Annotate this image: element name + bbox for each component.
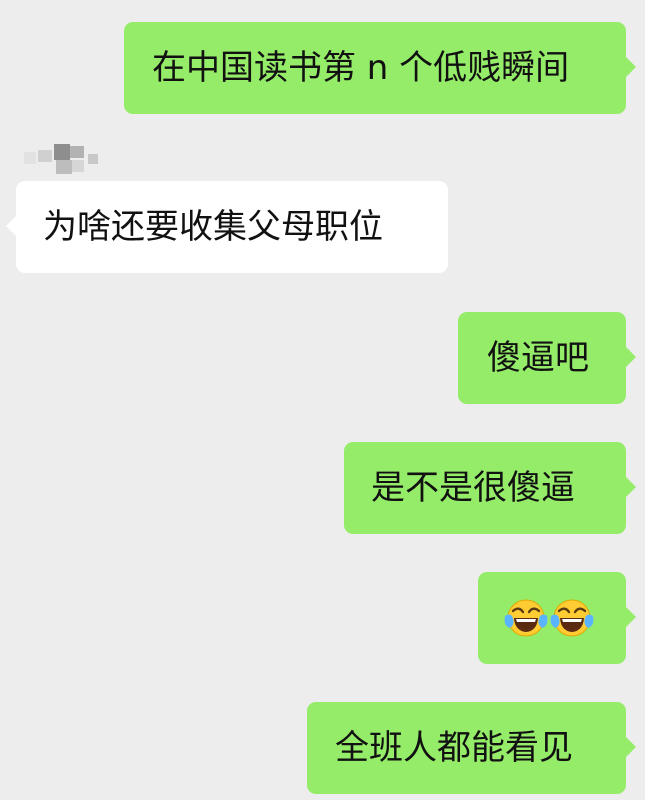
message-text: 全班人都能看见 (335, 728, 573, 768)
message-text: 是不是很傻逼 (371, 468, 575, 508)
chat-area[interactable]: 在中国读书第 n 个低贱瞬间 为啥还要收集父母职位 傻逼吧 是不是很傻逼 全班人… (0, 0, 645, 800)
face-with-tears-of-joy-icon (504, 599, 548, 637)
outgoing-emoji-message[interactable] (478, 572, 636, 664)
message-text: 在中国读书第 n 个低贱瞬间 (152, 48, 570, 88)
outgoing-message[interactable]: 全班人都能看见 (307, 702, 636, 794)
sender-name-blurred (16, 144, 100, 174)
outgoing-message[interactable]: 是不是很傻逼 (344, 442, 636, 534)
outgoing-message[interactable]: 傻逼吧 (458, 312, 636, 404)
message-text: 傻逼吧 (487, 338, 589, 378)
outgoing-message[interactable]: 在中国读书第 n 个低贱瞬间 (124, 22, 636, 114)
message-text: 为啥还要收集父母职位 (43, 207, 383, 247)
face-with-tears-of-joy-icon (550, 599, 594, 637)
incoming-message[interactable]: 为啥还要收集父母职位 (6, 181, 448, 273)
